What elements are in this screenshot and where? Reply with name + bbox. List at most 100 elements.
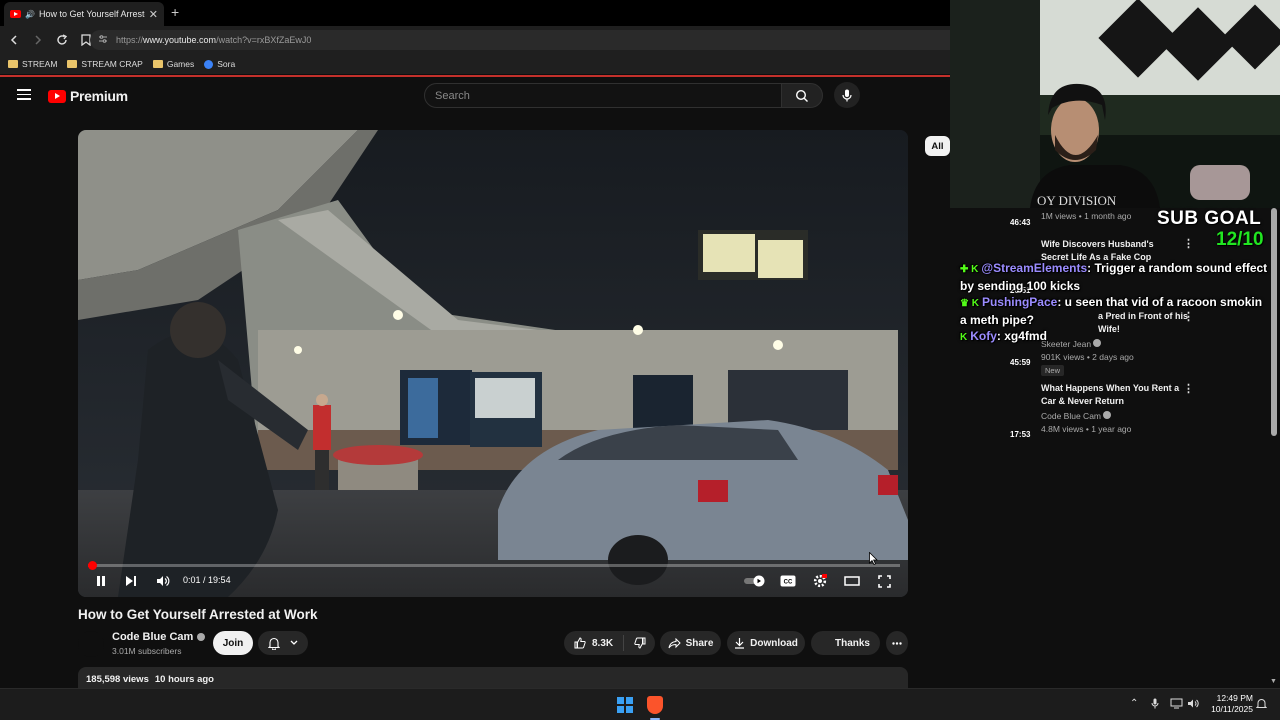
filter-chip-all[interactable]: All <box>925 136 950 156</box>
progress-bar[interactable] <box>87 561 900 570</box>
svg-text:CC: CC <box>784 580 793 586</box>
bookmarks-bar: STREAM STREAM CRAP Games Sora <box>0 54 950 74</box>
brave-browser-icon[interactable] <box>647 696 663 714</box>
search-icon <box>795 89 808 102</box>
thanks-button[interactable]: Thanks <box>811 631 880 655</box>
verified-icon <box>197 633 206 641</box>
folder-icon <box>152 60 163 68</box>
like-button[interactable]: 8.3K <box>564 635 625 651</box>
menu-icon[interactable] <box>17 89 31 100</box>
download-button[interactable]: Download <box>727 631 805 655</box>
more-horizontal-icon <box>892 641 902 645</box>
more-actions-button[interactable] <box>886 631 908 655</box>
voice-search-button[interactable] <box>834 82 860 108</box>
fullscreen-icon <box>877 574 891 588</box>
theater-mode-button[interactable] <box>842 572 862 590</box>
new-tab-button[interactable]: + <box>171 4 179 20</box>
speaker-icon[interactable]: 🔊 <box>25 10 35 19</box>
download-icon <box>735 638 745 649</box>
description-box[interactable]: 185,598 views 10 hours ago <box>78 667 908 688</box>
chevron-up-icon[interactable]: ⌃ <box>1130 698 1138 709</box>
webcam-shirt-text: OY DIVISION <box>1037 193 1117 208</box>
network-icon[interactable] <box>1170 698 1183 712</box>
player-controls: 0:01 / 19:54 CC <box>78 570 908 592</box>
reload-button[interactable] <box>52 30 72 50</box>
bookmark-stream-crap[interactable]: STREAM CRAP <box>67 59 143 69</box>
bookmark-stream[interactable]: STREAM <box>8 59 57 69</box>
share-button[interactable]: Share <box>660 631 721 655</box>
skip-next-icon <box>126 576 136 586</box>
autoplay-toggle[interactable] <box>742 572 768 590</box>
rec-channel[interactable]: Code Blue Cam <box>1041 411 1112 421</box>
browser-tab[interactable]: 🔊 How to Get Yourself Arrested at Work ✕ <box>4 2 164 26</box>
kick-badge-icon: K <box>960 332 968 343</box>
volume-tray-icon[interactable] <box>1187 698 1200 712</box>
windows-taskbar: ⌃ 12:49 PM 10/11/2025 <box>0 688 1280 720</box>
rec-duration: 46:43 <box>1010 218 1031 227</box>
channel-avatar[interactable] <box>78 631 104 657</box>
rec-meta: 1M views • 1 month ago <box>1041 211 1132 221</box>
rec-duration: 17:53 <box>1010 430 1031 439</box>
microphone-icon <box>842 89 852 101</box>
bookmark-games[interactable]: Games <box>152 59 194 69</box>
address-bar-row: https://www.youtube.com/watch?v=rxBXfZaE… <box>0 26 950 54</box>
folder-icon <box>67 60 78 68</box>
url-field[interactable]: https://www.youtube.com/watch?v=rxBXfZaE… <box>90 30 950 50</box>
thumbs-down-icon <box>634 637 646 649</box>
thumbs-up-icon <box>574 637 586 649</box>
video-frame <box>78 130 908 597</box>
webcam-feed: OY DIVISION <box>950 0 1280 208</box>
verified-icon <box>1103 411 1112 419</box>
youtube-play-icon <box>48 89 66 103</box>
rec-meta: 4.8M views • 1 year ago <box>1041 424 1132 434</box>
theater-icon <box>844 576 860 586</box>
volume-button[interactable] <box>153 572 173 590</box>
search-button[interactable] <box>781 83 823 108</box>
rec-title[interactable]: What Happens When You Rent a Car & Never… <box>1041 382 1181 408</box>
search-input[interactable] <box>435 89 781 102</box>
like-dislike-group: 8.3K <box>564 631 655 655</box>
captions-button[interactable]: CC <box>778 572 798 590</box>
dislike-button[interactable] <box>624 637 646 649</box>
settings-button[interactable] <box>810 572 830 590</box>
notifications-button[interactable] <box>258 631 308 655</box>
rec-duration: 45:59 <box>1010 358 1031 367</box>
back-button[interactable] <box>4 30 24 50</box>
notification-bell-icon[interactable] <box>1255 698 1268 713</box>
chevron-down-icon <box>290 640 298 645</box>
bookmark-sora[interactable]: Sora <box>204 59 235 69</box>
tab-title: How to Get Yourself Arrested at Work <box>38 9 145 19</box>
windows-start-icon[interactable] <box>617 697 633 713</box>
scroll-down-arrow-icon[interactable]: ▼ <box>1270 678 1277 685</box>
scrubber-handle[interactable] <box>87 561 97 570</box>
page-scrollbar[interactable] <box>1271 208 1277 436</box>
video-title: How to Get Yourself Arrested at Work <box>78 607 318 622</box>
mouse-cursor-icon <box>869 552 878 565</box>
video-player[interactable]: 0:01 / 19:54 CC <box>78 130 908 597</box>
microphone-tray-icon[interactable] <box>1151 698 1159 712</box>
youtube-logo[interactable]: Premium <box>48 88 128 104</box>
gear-icon <box>813 574 827 588</box>
forward-button[interactable] <box>28 30 48 50</box>
kick-badge-icon: ♛ K <box>960 298 979 309</box>
next-button[interactable] <box>121 572 141 590</box>
sub-goal-label: SUB GOAL <box>1157 208 1262 229</box>
stream-chat-overlay: ✚ K @StreamElements: Trigger a random sou… <box>960 260 1270 346</box>
browser-tab-bar: 🔊 How to Get Yourself Arrested at Work ✕… <box>0 0 950 26</box>
chat-message: K Kofy: xg4fmd <box>960 329 1047 343</box>
site-settings-icon[interactable] <box>98 34 108 46</box>
captions-icon: CC <box>780 575 796 587</box>
pause-icon <box>97 576 105 586</box>
pause-button[interactable] <box>91 572 111 590</box>
system-clock[interactable]: 12:49 PM 10/11/2025 <box>1207 693 1253 715</box>
close-tab-icon[interactable]: ✕ <box>149 8 158 21</box>
channel-name[interactable]: Code Blue Cam <box>112 631 206 643</box>
rec-menu-icon[interactable]: ⋮ <box>1183 237 1194 250</box>
join-button[interactable]: Join <box>213 631 253 655</box>
brand-label: Premium <box>70 88 128 104</box>
fullscreen-button[interactable] <box>874 572 894 590</box>
rec-meta: 901K views • 2 days ago <box>1041 352 1134 362</box>
kick-badge-icon: ✚ K <box>960 264 979 275</box>
rec-menu-icon[interactable]: ⋮ <box>1183 382 1194 395</box>
volume-icon <box>157 576 170 586</box>
